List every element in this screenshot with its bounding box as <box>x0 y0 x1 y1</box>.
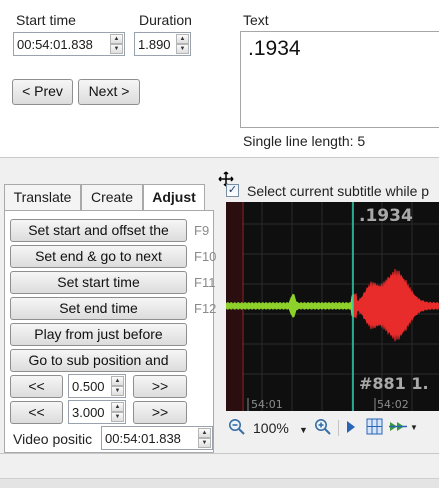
next-button[interactable]: Next > <box>78 79 140 105</box>
step-forward-large-button[interactable]: >> <box>133 401 187 424</box>
dropdown-arrow-icon[interactable]: ▼ <box>299 425 308 435</box>
audio-waveform[interactable]: .1934 #881 1. 54:01 54:02 <box>226 202 439 411</box>
double-arrow-icon[interactable] <box>389 419 409 434</box>
tab-translate[interactable]: Translate <box>4 184 81 211</box>
spin-down-icon[interactable]: ▼ <box>111 412 124 422</box>
start-time-value: 00:54:01.838 <box>17 37 93 52</box>
set-end-go-next-button[interactable]: Set end & go to next <box>10 245 187 268</box>
go-to-sub-position-button[interactable]: Go to sub position and <box>10 349 187 372</box>
shortcut-f12: F12 <box>194 301 217 316</box>
duration-spinner[interactable]: ▲ ▼ <box>176 34 189 54</box>
small-step-value: 0.500 <box>72 379 105 394</box>
tab-adjust[interactable]: Adjust <box>143 184 205 212</box>
spin-up-icon[interactable]: ▲ <box>111 376 124 386</box>
duration-value: 1.890 <box>138 37 171 52</box>
step-forward-small-button[interactable]: >> <box>133 375 187 398</box>
shortcut-f11: F11 <box>194 275 216 290</box>
large-step-value: 3.000 <box>72 405 105 420</box>
dropdown-arrow-icon[interactable]: ▼ <box>410 423 418 432</box>
grid-icon[interactable] <box>366 418 383 435</box>
status-divider <box>0 453 439 454</box>
small-step-spinner[interactable]: ▲ ▼ <box>111 376 124 396</box>
waveform-subtitle-text: .1934 <box>359 206 413 226</box>
spin-down-icon[interactable]: ▼ <box>198 438 211 448</box>
status-bar <box>0 478 439 488</box>
spin-down-icon[interactable]: ▼ <box>176 44 189 54</box>
subtitle-text-value: .1934 <box>248 37 301 60</box>
zoom-in-icon[interactable] <box>314 418 332 436</box>
play-from-before-button[interactable]: Play from just before <box>10 323 187 346</box>
small-step-input[interactable]: 0.500 ▲ ▼ <box>68 374 126 398</box>
video-position-spinner[interactable]: ▲ ▼ <box>198 428 211 448</box>
spin-down-icon[interactable]: ▼ <box>111 386 124 396</box>
video-position-input[interactable]: 00:54:01.838 ▲ ▼ <box>101 426 213 450</box>
spin-up-icon[interactable]: ▲ <box>176 34 189 44</box>
play-icon[interactable] <box>345 420 357 434</box>
step-back-small-button[interactable]: << <box>10 375 63 398</box>
shortcut-f10: F10 <box>194 249 217 264</box>
select-current-subtitle-label: Select current subtitle while p <box>247 183 430 199</box>
set-end-time-button[interactable]: Set end time <box>10 297 187 320</box>
time-label-54-02: 54:02 <box>377 398 409 411</box>
step-back-large-button[interactable]: << <box>10 401 63 424</box>
checkbox-checked-icon[interactable]: ✓ <box>226 184 239 197</box>
spin-up-icon[interactable]: ▲ <box>198 428 211 438</box>
start-time-input[interactable]: 00:54:01.838 ▲ ▼ <box>13 32 125 56</box>
spin-down-icon[interactable]: ▼ <box>110 44 123 54</box>
waveform-next-subtitle: #881 1. <box>359 374 429 393</box>
start-time-label: Start time <box>16 12 76 28</box>
large-step-input[interactable]: 3.000 ▲ ▼ <box>68 400 126 424</box>
start-time-spinner[interactable]: ▲ ▼ <box>110 34 123 54</box>
single-line-length: Single line length: 5 <box>243 133 366 149</box>
tab-create[interactable]: Create <box>81 184 143 211</box>
set-start-offset-button[interactable]: Set start and offset the <box>10 219 187 242</box>
spin-up-icon[interactable]: ▲ <box>111 402 124 412</box>
duration-label: Duration <box>139 12 192 28</box>
waveform-canvas: .1934 #881 1. 54:01 54:02 <box>226 202 439 411</box>
zoom-level-select[interactable]: 100% <box>253 420 289 436</box>
large-step-spinner[interactable]: ▲ ▼ <box>111 402 124 422</box>
toolbar-separator <box>338 420 339 436</box>
time-label-54-01: 54:01 <box>251 398 283 411</box>
shortcut-f9: F9 <box>194 223 210 238</box>
zoom-out-icon[interactable] <box>228 418 246 436</box>
video-position-value: 00:54:01.838 <box>105 431 181 446</box>
spin-up-icon[interactable]: ▲ <box>110 34 123 44</box>
set-start-time-button[interactable]: Set start time <box>10 271 187 294</box>
duration-input[interactable]: 1.890 ▲ ▼ <box>134 32 191 56</box>
prev-button[interactable]: < Prev <box>12 79 73 105</box>
video-position-label: Video positic <box>13 431 93 447</box>
text-label: Text <box>243 12 269 28</box>
